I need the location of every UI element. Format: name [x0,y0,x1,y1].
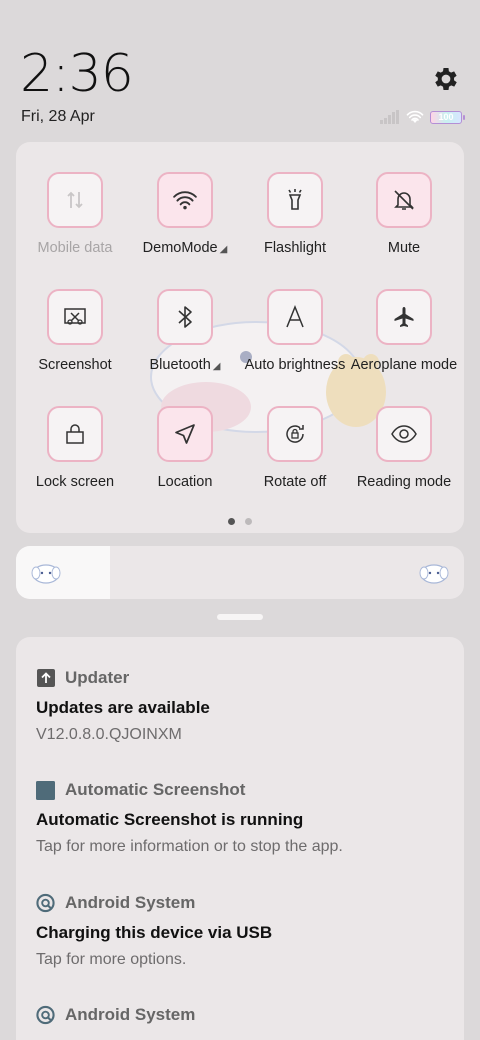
tile-aeroplane-mode[interactable]: Aeroplane mode [349,289,459,399]
notification-app-name: Android System [65,893,196,912]
notification-title: Charging this device via USB [36,923,273,942]
android-system-icon [36,893,55,913]
page-dot[interactable] [245,518,252,525]
tile-label: Mute [387,240,421,256]
lock-icon[interactable] [47,406,103,462]
tile-rotate-off[interactable]: Rotate off [240,406,350,516]
app-square-icon [36,780,55,800]
expand-arrow-icon[interactable]: ◢ [213,361,221,372]
brightness-high-mascot-icon [419,564,449,584]
tile-screenshot[interactable]: Screenshot [20,289,130,399]
upload-arrow-icon [36,669,55,688]
screenshot-icon[interactable] [47,289,103,345]
auto-brightness-icon[interactable] [267,289,323,345]
eye-icon[interactable] [376,406,432,462]
battery-icon: 100 [430,110,465,124]
drag-handle[interactable] [217,614,263,620]
brightness-slider[interactable] [16,546,464,599]
tile-wifi[interactable]: DemoMode ◢ [130,172,240,282]
tile-label: Reading mode [356,474,452,490]
brightness-low-mascot-icon [31,564,61,584]
notification-android-system[interactable]: Android System [36,1004,456,1026]
notification-list: Updater Updates are available V12.0.8.0.… [16,637,464,1040]
tile-reading-mode[interactable]: Reading mode [349,406,459,516]
notification-app-name: Android System [65,1005,196,1024]
bell-off-icon[interactable] [376,172,432,228]
tile-bluetooth[interactable]: Bluetooth ◢ [130,289,240,399]
clock-date[interactable]: Fri, 28 Apr [21,108,95,126]
tile-lock-screen[interactable]: Lock screen [20,406,130,516]
mobile-data-icon[interactable] [47,172,103,228]
android-system-icon [36,1005,55,1025]
notification-body: V12.0.8.0.QJOINXM [36,726,182,743]
notification-automatic-screenshot[interactable]: Automatic Screenshot Automatic Screensho… [36,779,456,856]
rotate-lock-icon[interactable] [267,406,323,462]
wifi-icon[interactable] [157,172,213,228]
notification-app-name: Automatic Screenshot [65,780,246,799]
page-dot-active[interactable] [228,518,235,525]
notification-title: Automatic Screenshot is running [36,810,304,829]
notification-body: Tap for more information or to stop the … [36,838,343,855]
tile-location[interactable]: Location [130,406,240,516]
page-indicator [228,518,252,525]
notification-android-system-usb[interactable]: Android System Charging this device via … [36,892,456,969]
notification-body: Tap for more options. [36,951,187,968]
expand-arrow-icon[interactable]: ◢ [220,244,228,255]
tile-auto-brightness[interactable]: Auto brightness [240,289,350,399]
tile-label: DemoMode [142,240,218,256]
tile-label: Bluetooth [149,357,211,373]
cellular-signal-icon [380,110,399,124]
wifi-status-icon [406,110,424,123]
clock-time[interactable]: 2:36 [20,44,134,104]
status-bar: 100 [380,108,465,126]
flashlight-icon[interactable] [267,172,323,228]
tile-mute[interactable]: Mute [349,172,459,282]
notification-app-name: Updater [65,668,130,687]
notification-title: Updates are available [36,698,210,717]
bluetooth-icon[interactable] [157,289,213,345]
tile-mobile-data[interactable]: Mobile data [20,172,130,282]
location-icon[interactable] [157,406,213,462]
quick-settings-panel: Mobile data DemoMode ◢ Flashlight Mute Sc… [16,142,464,533]
notification-updater[interactable]: Updater Updates are available V12.0.8.0.… [36,667,456,744]
settings-gear-icon[interactable] [431,64,461,94]
tile-flashlight[interactable]: Flashlight [240,172,350,282]
tile-label: Aeroplane mode [350,357,458,373]
airplane-icon[interactable] [376,289,432,345]
